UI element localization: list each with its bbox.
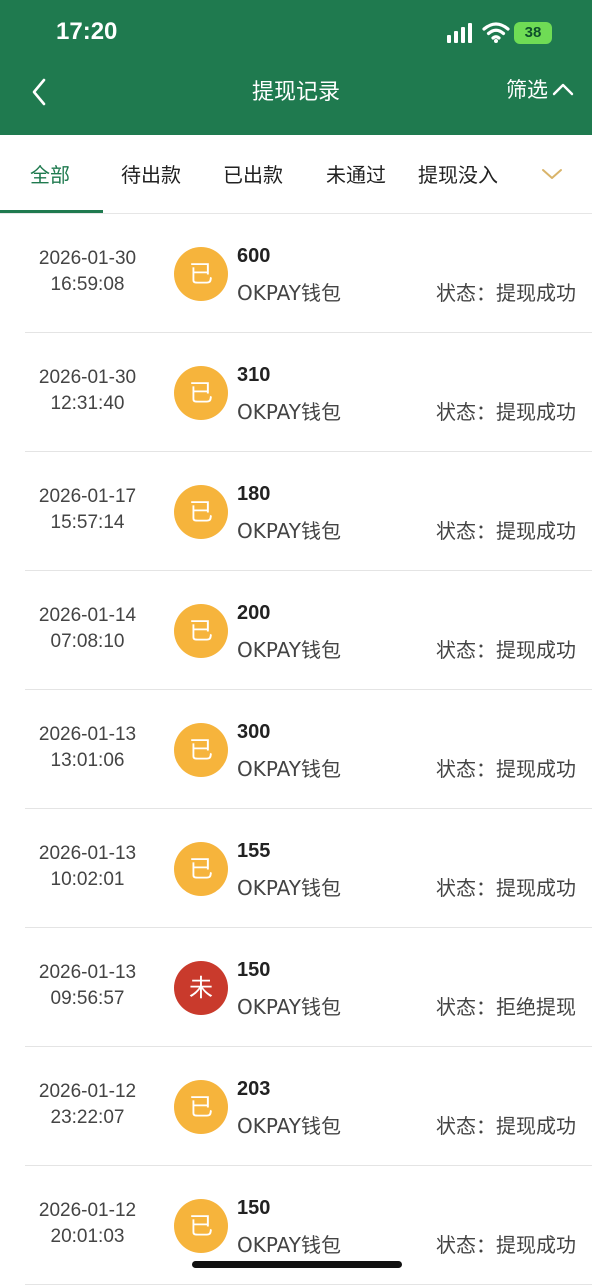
active-tab-indicator xyxy=(0,210,103,213)
record-status-badge: 已 xyxy=(174,1080,228,1134)
record-status: 状态：拒绝提现 xyxy=(436,995,576,1019)
record-row[interactable]: 2026-01-30 16:59:08 已 600 OKPAY钱包 状态：提现成… xyxy=(25,214,592,333)
record-status-badge: 已 xyxy=(174,485,228,539)
record-datetime: 2026-01-12 20:01:03 xyxy=(25,1198,150,1250)
wifi-icon xyxy=(482,22,510,43)
status-time: 17:20 xyxy=(56,18,118,45)
record-wallet: OKPAY钱包 xyxy=(237,757,341,781)
cellular-signal-icon xyxy=(447,23,472,43)
record-wallet: OKPAY钱包 xyxy=(237,1114,341,1138)
withdrawal-record-list: 2026-01-30 16:59:08 已 600 OKPAY钱包 状态：提现成… xyxy=(0,214,592,1285)
tab-pending[interactable]: 待出款 xyxy=(121,159,181,188)
filter-label: 筛选 xyxy=(506,78,548,102)
record-status: 状态：提现成功 xyxy=(436,638,576,662)
filter-button[interactable]: 筛选 xyxy=(506,74,574,104)
page-title: 提现记录 xyxy=(251,80,340,105)
record-wallet: OKPAY钱包 xyxy=(237,281,341,305)
tab-rejected[interactable]: 未通过 xyxy=(326,159,386,188)
record-time: 10:02:01 xyxy=(50,869,125,890)
record-status-badge: 已 xyxy=(174,1199,228,1253)
record-status: 状态：提现成功 xyxy=(436,400,576,424)
tab-all[interactable]: 全部 xyxy=(30,159,70,188)
chevron-up-icon xyxy=(552,83,574,96)
record-amount: 150 xyxy=(237,1197,271,1219)
nav-bar: 提现记录 筛选 xyxy=(0,64,592,124)
record-status: 状态：提现成功 xyxy=(436,281,576,305)
record-time: 13:01:06 xyxy=(50,750,125,771)
record-wallet: OKPAY钱包 xyxy=(237,519,341,543)
record-date: 2026-01-14 xyxy=(38,605,137,626)
app-header: 17:20 38 提现记录 筛选 xyxy=(0,0,592,135)
tab-paid[interactable]: 已出款 xyxy=(223,159,283,188)
record-amount: 155 xyxy=(237,840,271,862)
record-row[interactable]: 2026-01-30 12:31:40 已 310 OKPAY钱包 状态：提现成… xyxy=(25,333,592,452)
record-time: 09:56:57 xyxy=(50,988,125,1009)
record-status: 状态：提现成功 xyxy=(436,519,576,543)
record-date: 2026-01-13 xyxy=(38,962,137,983)
record-wallet: OKPAY钱包 xyxy=(237,1233,341,1257)
record-datetime: 2026-01-17 15:57:14 xyxy=(25,484,150,536)
record-datetime: 2026-01-12 23:22:07 xyxy=(25,1079,150,1131)
record-status-badge: 已 xyxy=(174,604,228,658)
record-status-badge: 已 xyxy=(174,366,228,420)
record-datetime: 2026-01-13 09:56:57 xyxy=(25,960,150,1012)
record-amount: 200 xyxy=(237,602,271,624)
record-datetime: 2026-01-30 16:59:08 xyxy=(25,246,150,298)
record-datetime: 2026-01-14 07:08:10 xyxy=(25,603,150,655)
record-status: 状态：提现成功 xyxy=(436,1114,576,1138)
record-row[interactable]: 2026-01-13 09:56:57 未 150 OKPAY钱包 状态：拒绝提… xyxy=(25,928,592,1047)
record-amount: 203 xyxy=(237,1078,271,1100)
record-amount: 300 xyxy=(237,721,271,743)
record-date: 2026-01-17 xyxy=(38,486,137,507)
record-status-badge: 已 xyxy=(174,247,228,301)
record-status-badge: 未 xyxy=(174,961,228,1015)
record-datetime: 2026-01-13 13:01:06 xyxy=(25,722,150,774)
record-amount: 310 xyxy=(237,364,271,386)
record-time: 07:08:10 xyxy=(50,631,125,652)
record-status: 状态：提现成功 xyxy=(436,757,576,781)
tab-not-received[interactable]: 提现没入 xyxy=(418,159,498,188)
record-wallet: OKPAY钱包 xyxy=(237,876,341,900)
record-amount: 600 xyxy=(237,245,271,267)
status-tabs: 全部 待出款 已出款 未通过 提现没入 xyxy=(0,135,592,214)
status-bar: 17:20 38 xyxy=(0,0,592,64)
record-time: 16:59:08 xyxy=(50,274,125,295)
record-row[interactable]: 2026-01-13 10:02:01 已 155 OKPAY钱包 状态：提现成… xyxy=(25,809,592,928)
record-datetime: 2026-01-30 12:31:40 xyxy=(25,365,150,417)
record-date: 2026-01-13 xyxy=(38,724,137,745)
record-status-badge: 已 xyxy=(174,723,228,777)
record-date: 2026-01-30 xyxy=(38,248,137,269)
record-date: 2026-01-12 xyxy=(38,1200,137,1221)
record-date: 2026-01-30 xyxy=(38,367,137,388)
record-time: 15:57:14 xyxy=(50,512,125,533)
record-row[interactable]: 2026-01-13 13:01:06 已 300 OKPAY钱包 状态：提现成… xyxy=(25,690,592,809)
record-wallet: OKPAY钱包 xyxy=(237,638,341,662)
record-date: 2026-01-13 xyxy=(38,843,137,864)
chevron-down-icon[interactable] xyxy=(540,165,564,183)
record-row[interactable]: 2026-01-17 15:57:14 已 180 OKPAY钱包 状态：提现成… xyxy=(25,452,592,571)
record-status: 状态：提现成功 xyxy=(436,876,576,900)
record-time: 12:31:40 xyxy=(50,393,125,414)
record-status-badge: 已 xyxy=(174,842,228,896)
record-time: 20:01:03 xyxy=(50,1226,125,1247)
record-wallet: OKPAY钱包 xyxy=(237,995,341,1019)
record-row[interactable]: 2026-01-12 23:22:07 已 203 OKPAY钱包 状态：提现成… xyxy=(25,1047,592,1166)
record-amount: 150 xyxy=(237,959,271,981)
home-indicator xyxy=(192,1261,402,1268)
record-date: 2026-01-12 xyxy=(38,1081,137,1102)
record-status: 状态：提现成功 xyxy=(436,1233,576,1257)
record-amount: 180 xyxy=(237,483,271,505)
battery-indicator: 38 xyxy=(514,22,552,44)
record-row[interactable]: 2026-01-14 07:08:10 已 200 OKPAY钱包 状态：提现成… xyxy=(25,571,592,690)
record-time: 23:22:07 xyxy=(50,1107,125,1128)
record-wallet: OKPAY钱包 xyxy=(237,400,341,424)
record-datetime: 2026-01-13 10:02:01 xyxy=(25,841,150,893)
